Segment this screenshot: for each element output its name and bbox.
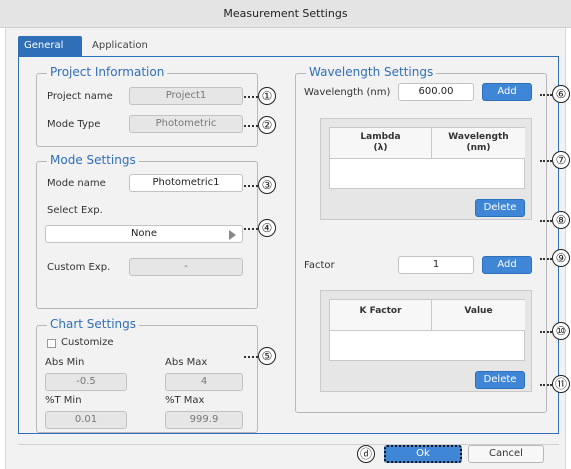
tab-general[interactable]: General [18, 36, 82, 56]
factor-table-area: K Factor Value Delete [320, 290, 532, 392]
custom-exp-label: Custom Exp. [47, 262, 111, 273]
customize-checkbox[interactable] [47, 339, 56, 348]
value-column-header: Value [432, 300, 525, 331]
custom-exp-field: - [129, 258, 243, 276]
wavelength-settings-legend: Wavelength Settings [306, 65, 437, 79]
callout-4-leader [244, 228, 258, 230]
mode-type-label: Mode Type [47, 119, 101, 130]
callout-8: ⑧ [552, 211, 570, 229]
chart-settings-group: Chart Settings Customize Abs Min Abs Max… [36, 317, 258, 433]
dialog-window: General Application Project Information … [5, 28, 566, 469]
factor-delete-button[interactable]: Delete [475, 371, 525, 389]
callout-2: ② [258, 116, 276, 134]
mode-settings-group: Mode Settings Mode name Photometric1 Sel… [36, 153, 258, 309]
wavelength-column-header: Wavelength (nm) [432, 128, 525, 159]
callout-8-leader [540, 220, 552, 222]
mode-type-field: Photometric [129, 115, 243, 133]
callout-2-leader [244, 125, 258, 127]
callout-1: ① [258, 87, 276, 105]
window-title: Measurement Settings [0, 0, 571, 28]
project-information-group: Project Information Project name Project… [36, 65, 258, 147]
factor-table: K Factor Value [329, 299, 525, 361]
callout-7: ⑦ [552, 151, 570, 169]
cancel-button[interactable]: Cancel [468, 445, 544, 463]
callout-9: ⑨ [552, 249, 570, 267]
abs-min-label: Abs Min [45, 357, 85, 368]
select-exp-dropdown[interactable]: None [45, 225, 243, 243]
callout-10-leader [540, 331, 552, 333]
factor-input[interactable]: 1 [398, 256, 474, 274]
t-min-label: %T Min [45, 395, 82, 406]
callout-7-leader [540, 160, 552, 162]
select-exp-label: Select Exp. [47, 205, 103, 216]
abs-max-field: 4 [165, 373, 243, 391]
t-max-label: %T Max [165, 395, 205, 406]
wavelength-table-area: Lambda (λ) Wavelength (nm) Delete [320, 118, 532, 220]
wavelength-delete-button[interactable]: Delete [475, 199, 525, 217]
callout-1-leader [244, 96, 258, 98]
callout-3: ③ [258, 176, 276, 194]
callout-11-leader [540, 384, 552, 386]
callout-6: ⑥ [552, 85, 570, 103]
tab-application[interactable]: Application [86, 36, 160, 56]
mode-settings-legend: Mode Settings [47, 153, 139, 167]
wavelength-settings-group: Wavelength Settings Wavelength (nm) 600.… [295, 65, 547, 413]
project-information-legend: Project Information [47, 65, 168, 79]
callout-3-leader [244, 185, 258, 187]
ok-button[interactable]: Ok [384, 445, 462, 463]
k-factor-column-header: K Factor [330, 300, 432, 331]
callout-9-leader [540, 258, 552, 260]
customize-label: Customize [61, 337, 114, 348]
factor-label: Factor [304, 260, 335, 271]
callout-6-leader [540, 94, 552, 96]
callout-5: ⑤ [258, 347, 276, 365]
callout-11: ⑪ [552, 375, 570, 393]
project-name-field: Project1 [129, 87, 243, 105]
wavelength-table: Lambda (λ) Wavelength (nm) [329, 127, 525, 189]
callout-4: ④ [258, 219, 276, 237]
t-min-field: 0.01 [45, 411, 127, 429]
wavelength-input[interactable]: 600.00 [398, 83, 474, 101]
select-exp-value: None [130, 228, 158, 239]
callout-d: ⓓ [357, 445, 375, 463]
lambda-column-header: Lambda (λ) [330, 128, 432, 159]
abs-min-field: -0.5 [45, 373, 127, 391]
callout-10: ⑩ [552, 322, 570, 340]
project-name-label: Project name [47, 91, 113, 102]
play-arrow-icon [229, 230, 236, 240]
chart-settings-legend: Chart Settings [47, 317, 140, 331]
t-max-field: 999.9 [165, 411, 243, 429]
wavelength-add-button[interactable]: Add [482, 83, 532, 101]
mode-name-input[interactable]: Photometric1 [129, 174, 243, 192]
callout-5-leader [244, 356, 258, 358]
wavelength-label: Wavelength (nm) [304, 87, 391, 98]
factor-add-button[interactable]: Add [482, 256, 532, 274]
mode-name-label: Mode name [47, 178, 106, 189]
general-panel: Project Information Project name Project… [18, 56, 559, 434]
abs-max-label: Abs Max [165, 357, 208, 368]
